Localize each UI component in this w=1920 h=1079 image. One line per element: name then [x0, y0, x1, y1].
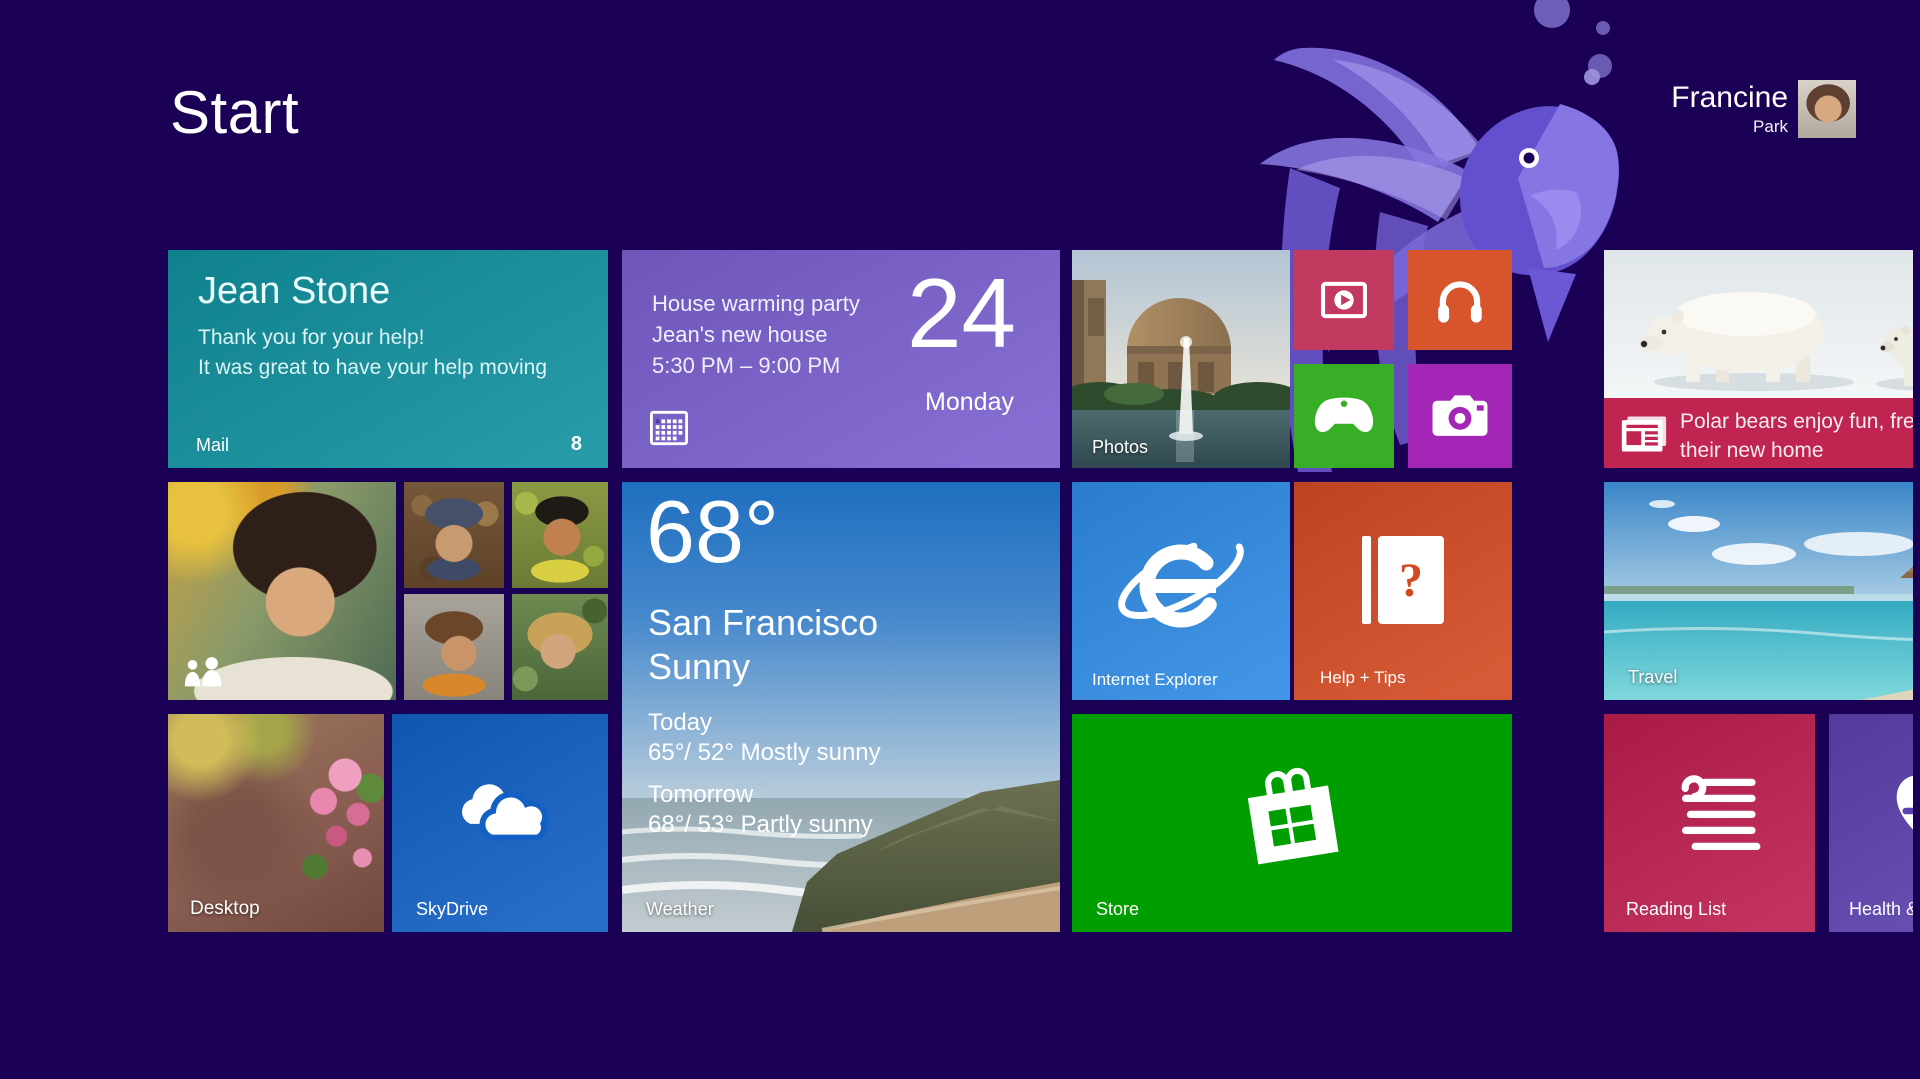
health-heart-pulse-icon — [1885, 763, 1913, 859]
user-first-name: Francine — [1671, 82, 1788, 114]
weather-temperature: 68° — [646, 488, 779, 576]
tile-video[interactable] — [1294, 250, 1394, 350]
news-headline-strip: Polar bears enjoy fun, free their new ho… — [1604, 398, 1913, 468]
calendar-event-location: Jean's new house — [652, 319, 860, 350]
tile-internet-explorer[interactable]: Internet Explorer — [1072, 482, 1290, 700]
tile-weather[interactable]: 68° San Francisco Sunny Today 65°/ 52° M… — [622, 482, 1060, 932]
skydrive-label: SkyDrive — [416, 899, 488, 920]
tile-health-fitness[interactable]: Health & — [1829, 714, 1913, 932]
store-bag-icon — [1226, 753, 1358, 885]
weather-city: San Francisco — [648, 602, 878, 644]
weather-tomorrow-forecast: 68°/ 53° Partly sunny — [648, 810, 873, 840]
video-icon — [1315, 271, 1373, 329]
game-controller-icon — [1313, 395, 1375, 437]
headphones-icon — [1432, 272, 1488, 328]
help-tips-label: Help + Tips — [1320, 668, 1406, 688]
tile-camera[interactable] — [1408, 364, 1512, 468]
reading-list-icon — [1658, 765, 1762, 855]
people-photo-4 — [512, 594, 608, 700]
tile-skydrive[interactable]: SkyDrive — [392, 714, 608, 932]
weather-today-label: Today — [648, 708, 881, 738]
user-account-button[interactable]: Francine Park — [1671, 80, 1856, 138]
skydrive-clouds-icon — [441, 774, 559, 852]
reading-list-label: Reading List — [1626, 899, 1726, 920]
news-headline-line1: Polar bears enjoy fun, free — [1680, 407, 1913, 436]
help-book-icon: ? — [1362, 536, 1444, 624]
tile-store[interactable]: Store — [1072, 714, 1512, 932]
tile-reading-list[interactable]: Reading List — [1604, 714, 1815, 932]
user-avatar — [1798, 80, 1856, 138]
internet-explorer-label: Internet Explorer — [1092, 670, 1218, 690]
mail-unread-badge: 8 — [571, 433, 582, 456]
desktop-label: Desktop — [190, 898, 260, 920]
tile-people[interactable] — [168, 482, 608, 700]
start-screen: Start Francine Park Jean Stone Thank you… — [0, 0, 1920, 1079]
weather-label: Weather — [646, 899, 714, 920]
calendar-event-title: House warming party — [652, 288, 860, 319]
tile-mail[interactable]: Jean Stone Thank you for your help! It w… — [168, 250, 608, 468]
store-label: Store — [1096, 899, 1139, 920]
weather-condition: Sunny — [648, 646, 750, 688]
weather-tomorrow-label: Tomorrow — [648, 780, 873, 810]
page-title: Start — [170, 78, 299, 147]
photos-label: Photos — [1092, 437, 1148, 458]
calendar-day-number: 24 — [907, 264, 1016, 362]
weather-today-forecast: 65°/ 52° Mostly sunny — [648, 738, 881, 768]
people-photo-3 — [404, 594, 504, 700]
tile-desktop[interactable]: Desktop — [168, 714, 384, 932]
people-icon — [182, 656, 228, 688]
photos-thumbnail — [1072, 250, 1290, 468]
travel-label: Travel — [1628, 667, 1677, 688]
people-photo-1 — [404, 482, 504, 588]
news-polar-bears-photo — [1604, 250, 1913, 398]
tile-music[interactable] — [1408, 250, 1512, 350]
user-last-name: Park — [1753, 117, 1788, 137]
calendar-event-time: 5:30 PM – 9:00 PM — [652, 350, 860, 381]
mail-label: Mail — [196, 435, 229, 456]
mail-preview: It was great to have your help moving — [198, 356, 547, 380]
help-question-glyph: ? — [1399, 553, 1423, 608]
newspaper-icon — [1620, 414, 1668, 454]
mail-subject: Thank you for your help! — [198, 326, 424, 350]
calendar-icon — [650, 410, 688, 446]
tile-photos[interactable]: Photos — [1072, 250, 1290, 468]
right-tile-group: Polar bears enjoy fun, free their new ho… — [1604, 250, 1913, 932]
camera-icon — [1431, 393, 1489, 439]
internet-explorer-icon — [1106, 512, 1256, 652]
calendar-day-name: Monday — [925, 388, 1014, 417]
tile-news[interactable]: Polar bears enjoy fun, free their new ho… — [1604, 250, 1913, 468]
news-headline-line2: their new home — [1680, 436, 1913, 465]
tile-travel[interactable]: Travel — [1604, 482, 1913, 700]
tile-help-tips[interactable]: ? Help + Tips — [1294, 482, 1512, 700]
people-photo-2 — [512, 482, 608, 588]
tile-calendar[interactable]: House warming party Jean's new house 5:3… — [622, 250, 1060, 468]
mail-sender: Jean Stone — [198, 270, 390, 313]
tile-games[interactable] — [1294, 364, 1394, 468]
health-fitness-label: Health & — [1849, 899, 1913, 920]
